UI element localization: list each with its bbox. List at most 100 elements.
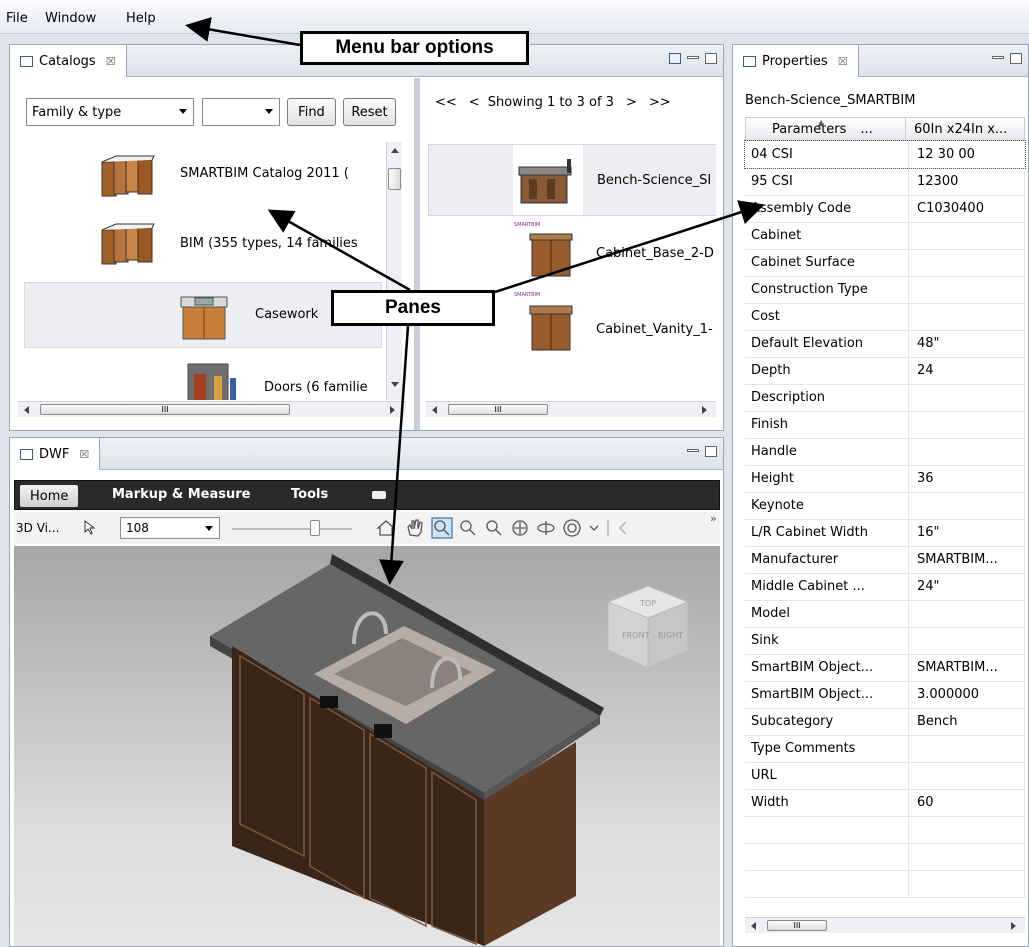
result-item[interactable]: SMARTBIM Cabinet_Base_2-D bbox=[428, 222, 716, 288]
list-item[interactable]: SMARTBIM Catalog 2011 ( bbox=[18, 142, 394, 206]
scroll-down-icon[interactable] bbox=[391, 382, 399, 387]
property-value[interactable]: 24" bbox=[908, 573, 1025, 601]
view-cube[interactable]: TOP FRONT RIGHT bbox=[598, 582, 698, 672]
property-row[interactable]: Type Comments bbox=[745, 735, 1025, 763]
menu-file[interactable]: File bbox=[6, 11, 28, 26]
property-value[interactable] bbox=[908, 843, 1025, 871]
close-icon[interactable]: ☒ bbox=[79, 448, 89, 461]
property-value[interactable] bbox=[908, 384, 1025, 412]
property-value[interactable] bbox=[908, 303, 1025, 331]
property-row[interactable]: Subcategory Bench bbox=[745, 708, 1025, 736]
scroll-right-icon[interactable] bbox=[390, 406, 395, 414]
scroll-thumb[interactable]: III bbox=[448, 404, 548, 415]
property-row[interactable]: Middle Cabinet ... 24" bbox=[745, 573, 1025, 601]
property-value[interactable]: SMARTBIM... bbox=[908, 546, 1025, 574]
property-value[interactable]: 48" bbox=[908, 330, 1025, 358]
scroll-left-icon[interactable] bbox=[24, 406, 29, 414]
maximize-icon[interactable] bbox=[705, 446, 717, 457]
ribbon-tab-markup[interactable]: Markup & Measure bbox=[112, 487, 250, 502]
scroll-left-icon[interactable] bbox=[751, 922, 756, 930]
catalogs-tab[interactable]: Catalogs ☒ bbox=[10, 45, 127, 77]
property-row[interactable]: Default Elevation 48" bbox=[745, 330, 1025, 358]
toolbar-overflow-icon[interactable]: » bbox=[710, 512, 717, 525]
find-button[interactable]: Find bbox=[287, 98, 336, 126]
ribbon-menu-icon[interactable] bbox=[372, 491, 386, 499]
property-row[interactable]: Handle bbox=[745, 438, 1025, 466]
property-value[interactable]: 12300 bbox=[908, 168, 1025, 196]
property-value[interactable]: SMARTBIM... bbox=[908, 654, 1025, 682]
property-row[interactable]: SmartBIM Object... 3.000000 bbox=[745, 681, 1025, 709]
scroll-thumb[interactable]: III bbox=[767, 920, 827, 931]
scroll-up-icon[interactable] bbox=[391, 148, 399, 153]
close-icon[interactable]: ☒ bbox=[106, 55, 116, 68]
view-selector[interactable]: 3D Vi... bbox=[16, 521, 59, 535]
property-row[interactable]: Finish bbox=[745, 411, 1025, 439]
scroll-left-icon[interactable] bbox=[432, 406, 437, 414]
ribbon-tab-home[interactable]: Home bbox=[20, 485, 79, 507]
select-pointer-icon[interactable] bbox=[82, 519, 96, 535]
property-value[interactable] bbox=[908, 735, 1025, 763]
property-value[interactable]: 36 bbox=[908, 465, 1025, 493]
property-row[interactable]: Assembly Code C1030400 bbox=[745, 195, 1025, 223]
list-item[interactable]: BIM (355 types, 14 families bbox=[18, 212, 394, 276]
property-value[interactable] bbox=[908, 870, 1025, 898]
family-type-select[interactable]: Family & type bbox=[26, 98, 194, 126]
property-row[interactable]: Construction Type bbox=[745, 276, 1025, 304]
property-row[interactable] bbox=[745, 843, 1025, 871]
property-row[interactable]: URL bbox=[745, 762, 1025, 790]
properties-tab[interactable]: Properties ☒ bbox=[733, 45, 859, 77]
property-value[interactable] bbox=[908, 222, 1025, 250]
minimize-icon[interactable] bbox=[687, 56, 699, 59]
property-value[interactable] bbox=[908, 627, 1025, 655]
property-value[interactable] bbox=[908, 600, 1025, 628]
list-item-selected[interactable]: Casework bbox=[24, 282, 382, 348]
minimize-icon[interactable] bbox=[992, 56, 1004, 59]
property-row[interactable]: Width 60 bbox=[745, 789, 1025, 817]
menu-help[interactable]: Help bbox=[126, 11, 156, 26]
secondary-select[interactable] bbox=[202, 98, 280, 126]
close-icon[interactable]: ☒ bbox=[838, 55, 848, 68]
zoom-slider[interactable] bbox=[232, 528, 352, 530]
property-value[interactable]: Bench bbox=[908, 708, 1025, 736]
scroll-thumb[interactable] bbox=[388, 168, 401, 190]
layout-icon[interactable] bbox=[669, 53, 681, 64]
property-row[interactable]: SmartBIM Object... SMARTBIM... bbox=[745, 654, 1025, 682]
list-item[interactable]: Doors (6 familie bbox=[18, 356, 394, 400]
zoom-slider-thumb[interactable] bbox=[310, 520, 320, 536]
parameters-column-header[interactable]: ▲ Parameters ... bbox=[746, 118, 906, 140]
scroll-thumb[interactable]: III bbox=[40, 404, 290, 415]
prev-page-button[interactable]: < bbox=[469, 95, 480, 110]
property-row[interactable]: Description bbox=[745, 384, 1025, 412]
property-row[interactable]: Model bbox=[745, 600, 1025, 628]
dwf-tab[interactable]: DWF ☒ bbox=[10, 438, 101, 470]
property-value[interactable]: 60 bbox=[908, 789, 1025, 817]
property-row[interactable]: Cabinet Surface bbox=[745, 249, 1025, 277]
menu-window[interactable]: Window bbox=[45, 11, 96, 26]
value-column-header[interactable]: 60In x24In x... bbox=[906, 118, 1024, 140]
zoom-select[interactable]: 108 bbox=[120, 517, 220, 539]
next-page-button[interactable]: > bbox=[626, 95, 637, 110]
property-row[interactable]: Sink bbox=[745, 627, 1025, 655]
property-value[interactable] bbox=[908, 249, 1025, 277]
property-value[interactable] bbox=[908, 411, 1025, 439]
column-menu[interactable]: ... bbox=[860, 122, 872, 137]
maximize-icon[interactable] bbox=[705, 53, 717, 64]
property-value[interactable] bbox=[908, 762, 1025, 790]
property-row[interactable]: 95 CSI 12300 bbox=[745, 168, 1025, 196]
property-value[interactable] bbox=[908, 276, 1025, 304]
pane-splitter[interactable] bbox=[414, 78, 420, 430]
property-row[interactable]: Manufacturer SMARTBIM... bbox=[745, 546, 1025, 574]
property-row[interactable]: Cabinet bbox=[745, 222, 1025, 250]
result-item[interactable]: SMARTBIM Bench-Science_SI bbox=[428, 144, 716, 216]
3d-viewport[interactable]: TOP FRONT RIGHT bbox=[14, 546, 720, 946]
first-page-button[interactable]: << bbox=[435, 95, 457, 110]
minimize-icon[interactable] bbox=[687, 449, 699, 452]
property-value[interactable]: 16" bbox=[908, 519, 1025, 547]
property-row[interactable] bbox=[745, 816, 1025, 844]
last-page-button[interactable]: >> bbox=[649, 95, 671, 110]
property-value[interactable]: 24 bbox=[908, 357, 1025, 385]
vertical-scrollbar[interactable] bbox=[386, 142, 402, 400]
property-row[interactable]: Height 36 bbox=[745, 465, 1025, 493]
property-row[interactable] bbox=[745, 870, 1025, 898]
property-value[interactable]: C1030400 bbox=[908, 195, 1025, 223]
